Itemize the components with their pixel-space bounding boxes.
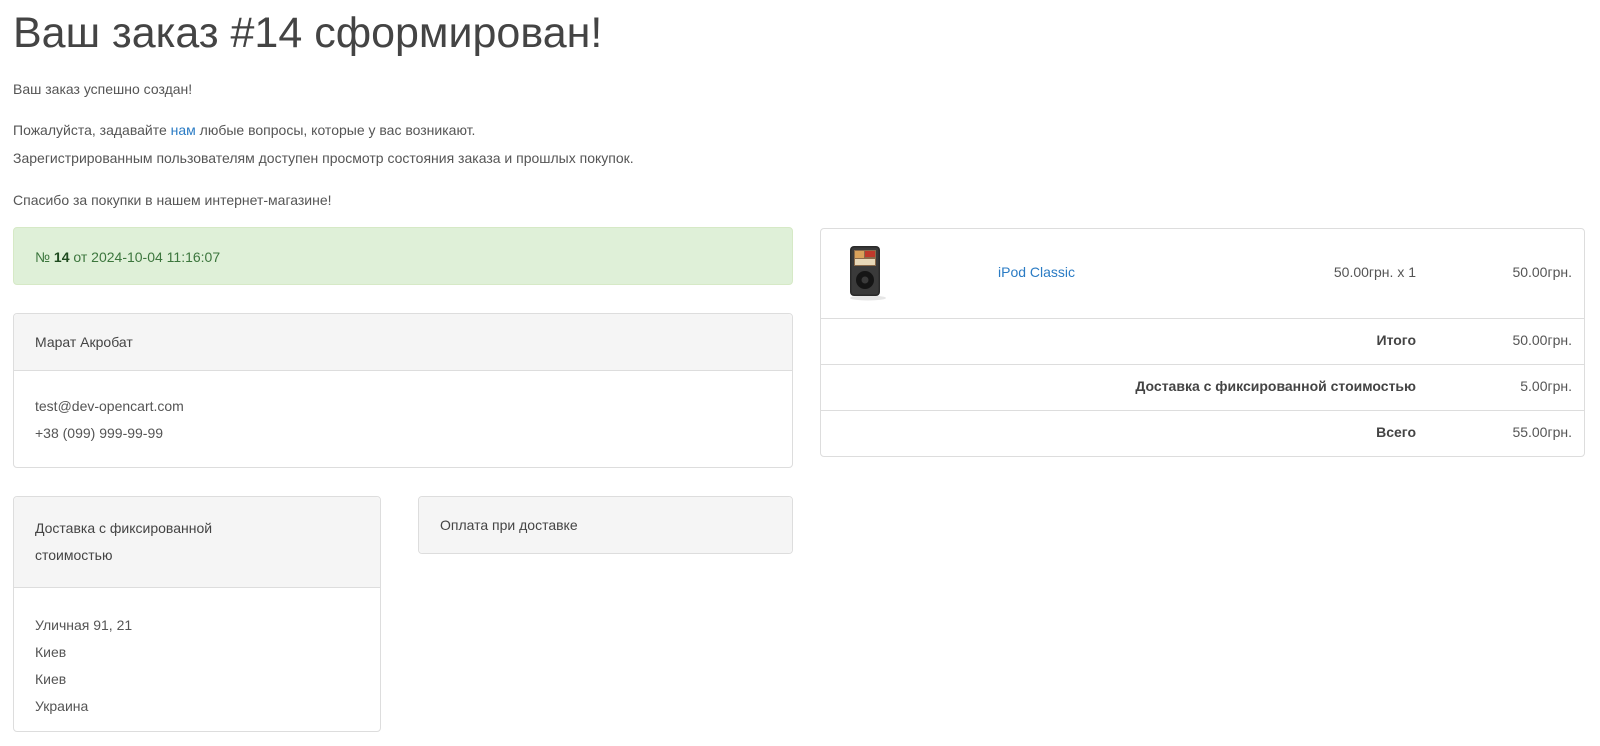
cart-item-name-link[interactable]: iPod Classic: [998, 264, 1075, 280]
payment-method: Оплата при доставке: [419, 497, 792, 553]
cart-item-price-qty: 50.00грн. x 1: [1333, 264, 1416, 280]
cart-item-row: iPod Classic 50.00грн. x 1 50.00грн.: [821, 229, 1584, 319]
address-country: Украина: [35, 698, 89, 714]
shipping-method-line2: стоимостью: [35, 547, 113, 563]
shipping-cost-label: Доставка с фиксированной стоимостью: [1135, 378, 1416, 394]
shipping-address: Уличная 91, 21 Киев Киев Украина: [14, 588, 380, 744]
customer-contacts: test@dev-opencart.com +38 (099) 999-99-9…: [14, 371, 792, 471]
success-message: Ваш заказ успешно создан!: [13, 81, 193, 97]
subtotal-row: Итого 50.00грн.: [821, 319, 1584, 365]
ipod-classic-thumbnail[interactable]: [844, 244, 888, 302]
questions-suffix: любые вопросы, которые у вас возникают.: [195, 122, 476, 138]
grand-total-value: 55.00грн.: [1512, 424, 1572, 440]
order-info-alert: № 14 от 2024-10-04 11:16:07: [13, 227, 793, 285]
shipping-method: Доставка с фиксированной стоимостью: [14, 497, 380, 588]
contact-us-link[interactable]: нам: [171, 122, 196, 138]
grand-total-label: Всего: [1376, 424, 1416, 440]
customer-email: test@dev-opencart.com: [35, 398, 184, 414]
grand-total-row: Всего 55.00грн.: [821, 411, 1584, 457]
order-number-prefix: №: [35, 249, 54, 265]
subtotal-value: 50.00грн.: [1512, 332, 1572, 348]
order-date-prefix: от: [69, 249, 92, 265]
address-city: Киев: [35, 644, 67, 660]
customer-phone: +38 (099) 999-99-99: [35, 425, 164, 441]
address-street: Уличная 91, 21: [35, 617, 133, 633]
order-success-page: Ваш заказ #14 сформирован! Ваш заказ усп…: [0, 0, 1600, 746]
order-cart-table: iPod Classic 50.00грн. x 1 50.00грн. Ито…: [820, 228, 1585, 457]
address-region: Киев: [35, 671, 67, 687]
shipping-panel: Доставка с фиксированной стоимостью Улич…: [13, 496, 381, 732]
subtotal-label: Итого: [1376, 332, 1416, 348]
order-date: 2024-10-04 11:16:07: [91, 249, 221, 265]
thanks-message: Спасибо за покупки в нашем интернет-мага…: [13, 192, 332, 208]
page-title: Ваш заказ #14 сформирован!: [13, 9, 603, 57]
customer-name: Марат Акробат: [14, 314, 792, 371]
questions-prefix: Пожалуйста, задавайте: [13, 122, 171, 138]
registered-users-message: Зарегистрированным пользователям доступе…: [13, 150, 634, 166]
shipping-cost-row: Доставка с фиксированной стоимостью 5.00…: [821, 365, 1584, 411]
payment-panel: Оплата при доставке: [418, 496, 793, 554]
shipping-method-line1: Доставка с фиксированной: [35, 520, 213, 536]
questions-message: Пожалуйста, задавайте нам любые вопросы,…: [13, 120, 475, 140]
customer-panel: Марат Акробат test@dev-opencart.com +38 …: [13, 313, 793, 468]
order-number: 14: [53, 249, 70, 265]
cart-item-total: 50.00грн.: [1512, 264, 1572, 280]
shipping-cost-value: 5.00грн.: [1520, 378, 1572, 394]
